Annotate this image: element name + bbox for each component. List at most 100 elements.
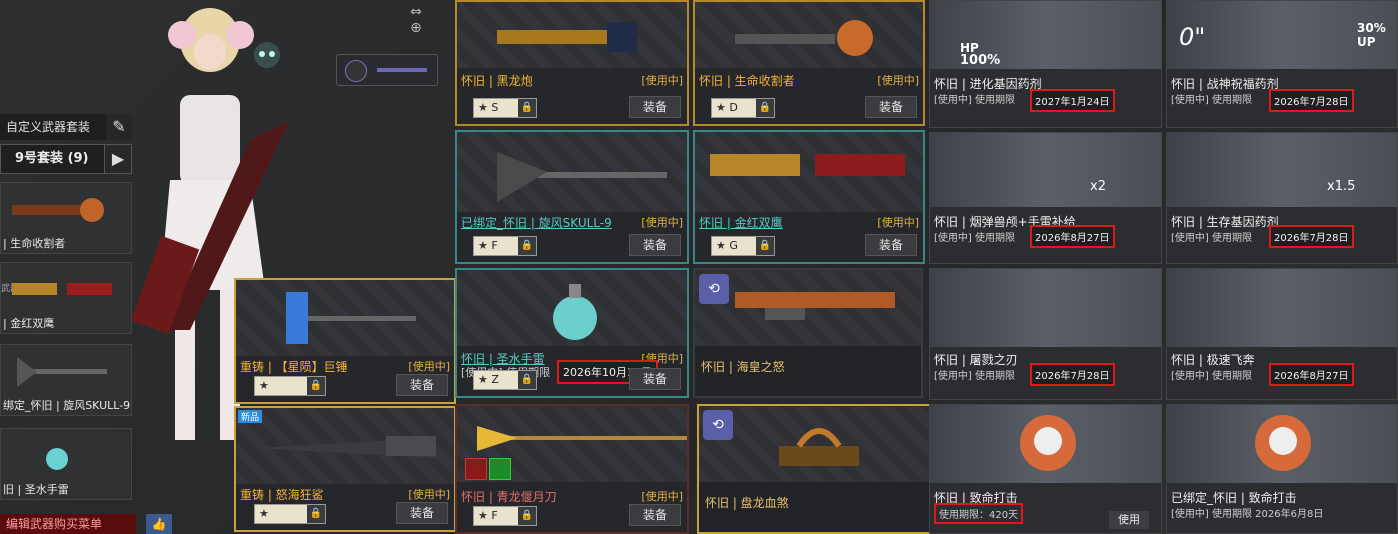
set-item[interactable]: | 生命收割者 xyxy=(0,182,132,254)
weapon-status: [使用中] xyxy=(877,74,919,87)
edit-buy-menu-button[interactable]: 编辑武器购买菜单 xyxy=(0,514,136,534)
weapon-status: [使用中] xyxy=(877,216,919,229)
like-icon[interactable]: 👍 xyxy=(146,514,172,534)
zoom-slider[interactable] xyxy=(336,54,438,86)
item-card[interactable]: 怀旧 | 致命打击 使用期限：420天 使用 xyxy=(929,404,1162,534)
skull-axe-icon xyxy=(17,357,107,387)
item-sub: 使用期限：420天 xyxy=(934,503,1024,524)
weapon-set-title: 自定义武器套装 xyxy=(0,114,110,140)
lock-icon: 🔒 xyxy=(756,99,774,117)
item-card[interactable]: x2 怀旧 | 烟弹兽颅+手雷补给 [使用中] 使用期限 2026年8月27日 xyxy=(929,132,1162,264)
weapon-set-select[interactable]: 9号套装 (9) xyxy=(0,144,120,174)
weapon-name: 怀旧 | 海皇之怒 xyxy=(701,360,785,374)
set-item[interactable]: 旧 | 圣水手雷 xyxy=(0,428,132,500)
set-item-label: | 生命收割者 xyxy=(3,237,66,250)
item-image xyxy=(1167,405,1397,483)
equip-button[interactable]: 装备 xyxy=(629,96,681,118)
item-sub: [使用中] 使用期限 xyxy=(1171,95,1252,106)
weapon-rank: ★ D 🔒 xyxy=(711,98,775,118)
weapon-name: 重铸 | 怒海狂鲨 xyxy=(240,488,324,502)
weapon-image xyxy=(236,408,454,484)
weapon-card[interactable]: 怀旧 | 生命收割者 [使用中] ★ D 🔒 装备 xyxy=(693,0,925,126)
weapon-card[interactable]: 重铸 | 【星陨】巨锤 [使用中] ★ 🔒 装备 xyxy=(234,278,456,404)
weapon-rank: ★ F 🔒 xyxy=(473,236,537,256)
next-set-button[interactable]: ▶ xyxy=(104,144,132,174)
weapon-name: 重铸 | 【星陨】巨锤 xyxy=(240,360,348,374)
rarity-icon: ⟲ xyxy=(703,410,733,440)
weapon-status: [使用中] xyxy=(408,488,450,501)
equip-button[interactable]: 装备 xyxy=(629,368,681,390)
rotate-view-icon[interactable]: ⇔ ⊕ xyxy=(398,4,434,40)
equip-button[interactable]: 装备 xyxy=(396,374,448,396)
equip-button[interactable]: 装备 xyxy=(865,96,917,118)
item-sub: [使用中] 使用期限 2026年6月8日 xyxy=(1171,509,1324,520)
weapon-card[interactable]: 怀旧 | 圣水手雷 [使用中] [使用中] 使用期限 2026年10月16日 ★… xyxy=(455,268,689,398)
set-item[interactable]: 武器 | 金红双鹰 xyxy=(0,262,132,334)
weapon-image xyxy=(457,132,687,212)
weapon-card[interactable]: 怀旧 | 黑龙炮 [使用中] ★ S 🔒 装备 xyxy=(455,0,689,126)
weapon-card[interactable]: 怀旧 | 青龙偃月刀 [使用中] ★ F 🔒 装备 xyxy=(455,404,689,534)
weapon-name: 怀旧 | 青龙偃月刀 xyxy=(461,490,557,504)
weapon-card[interactable]: ⟲ 怀旧 | 盘龙血煞 xyxy=(697,404,931,534)
lock-icon: 🔒 xyxy=(518,99,536,117)
weapon-rank: ★ 🔒 xyxy=(254,504,326,524)
weapon-status: [使用中] xyxy=(641,74,683,87)
equip-button[interactable]: 装备 xyxy=(629,504,681,526)
item-title: 怀旧 | 极速飞奔 xyxy=(1171,353,1255,367)
weapon-name: 已绑定_怀旧 | 旋风SKULL-9 xyxy=(461,216,612,230)
set-item-label: | 金红双鹰 xyxy=(3,317,55,330)
weapon-rank: ★ F 🔒 xyxy=(473,506,537,526)
expiry-date: 2026年8月27日 xyxy=(1269,363,1354,386)
item-card[interactable]: HP 100% 怀旧 | 进化基因药剂 [使用中] 使用期限 2027年1月24日 xyxy=(929,0,1162,128)
weapon-rank: ★ S 🔒 xyxy=(473,98,537,118)
equip-button[interactable]: 装备 xyxy=(629,234,681,256)
item-card[interactable]: 已绑定_怀旧 | 致命打击 [使用中] 使用期限 2026年6月8日 xyxy=(1166,404,1398,534)
weapon-name: 怀旧 | 生命收割者 xyxy=(699,74,795,88)
item-card[interactable]: 怀旧 | 极速飞奔 [使用中] 使用期限 2026年8月27日 xyxy=(1166,268,1398,400)
weapon-image xyxy=(695,2,923,68)
item-card[interactable]: x1.5 怀旧 | 生存基因药剂 [使用中] 使用期限 2026年7月28日 xyxy=(1166,132,1398,264)
item-image xyxy=(930,269,1161,347)
item-sub: [使用中] 使用期限 xyxy=(934,233,1015,244)
lock-icon: 🔒 xyxy=(518,371,536,389)
item-sub: [使用中] 使用期限 xyxy=(1171,233,1252,244)
item-card[interactable]: 怀旧 | 屠戮之刃 [使用中] 使用期限 2026年7月28日 xyxy=(929,268,1162,400)
item-title: 怀旧 | 战神祝福药剂 xyxy=(1171,77,1279,91)
weapon-image xyxy=(695,132,923,212)
skill-icon-green xyxy=(489,458,511,480)
item-title: 怀旧 | 进化基因药剂 xyxy=(934,77,1042,91)
weapon-card[interactable]: 新品 重铸 | 怒海狂鲨 [使用中] ★ 🔒 装备 xyxy=(234,406,456,532)
item-title: 怀旧 | 屠戮之刃 xyxy=(934,353,1018,367)
item-title: 怀旧 | 生存基因药剂 xyxy=(1171,215,1279,229)
item-image xyxy=(930,405,1161,483)
weapon-image xyxy=(457,270,687,346)
holy-water-grenade-icon xyxy=(46,448,68,470)
set-item-label: 绑定_怀旧 | 旋风SKULL-9 xyxy=(3,399,131,412)
dual-pistol-icon xyxy=(12,283,112,295)
equip-button[interactable]: 装备 xyxy=(396,502,448,524)
weapon-name: 怀旧 | 盘龙血煞 xyxy=(705,496,789,510)
expiry-date: 2026年7月28日 xyxy=(1269,225,1354,248)
weapon-image xyxy=(699,406,929,482)
skill-icon-red xyxy=(465,458,487,480)
zoom-slider-knob[interactable] xyxy=(345,60,367,82)
weapon-card[interactable]: ⟲ 怀旧 | 海皇之怒 xyxy=(693,268,923,398)
edit-set-button[interactable]: ✎ xyxy=(106,114,132,140)
use-button[interactable]: 使用 xyxy=(1109,511,1149,529)
weapon-card[interactable]: 已绑定_怀旧 | 旋风SKULL-9 [使用中] ★ F 🔒 装备 xyxy=(455,130,689,264)
set-item[interactable]: 绑定_怀旧 | 旋风SKULL-9 xyxy=(0,344,132,416)
rarity-icon: ⟲ xyxy=(699,274,729,304)
weapon-status: [使用中] xyxy=(408,360,450,373)
lock-icon: 🔒 xyxy=(307,505,325,523)
expiry-date: 2026年7月28日 xyxy=(1030,363,1115,386)
weapon-status: [使用中] xyxy=(641,490,683,503)
weapon-image xyxy=(457,2,687,68)
expiry-date: 2027年1月24日 xyxy=(1030,89,1115,112)
zoom-slider-fill xyxy=(377,68,427,72)
item-card[interactable]: 0" 30% UP 怀旧 | 战神祝福药剂 [使用中] 使用期限 2026年7月2… xyxy=(1166,0,1398,128)
ghost-pet-icon xyxy=(252,40,282,74)
weapon-card[interactable]: 怀旧 | 金红双鹰 [使用中] ★ G 🔒 装备 xyxy=(693,130,925,264)
weapon-image xyxy=(236,280,454,356)
weapon-name: 怀旧 | 金红双鹰 xyxy=(699,216,783,230)
equip-button[interactable]: 装备 xyxy=(865,234,917,256)
